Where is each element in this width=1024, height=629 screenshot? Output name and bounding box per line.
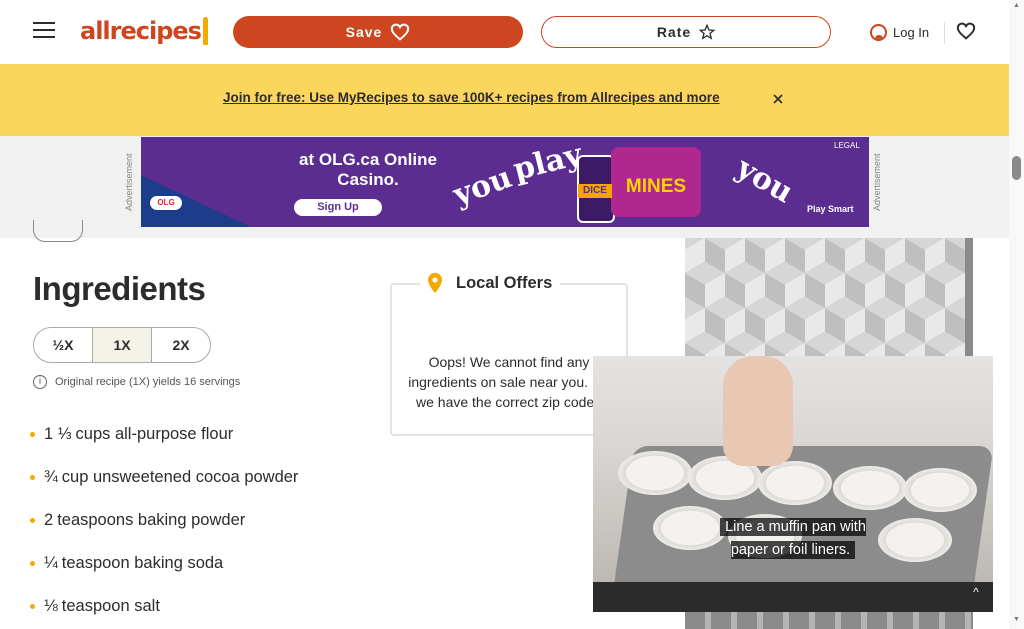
ingredient-item[interactable]: ¾ cup unsweetened cocoa powder — [30, 456, 380, 499]
user-icon — [870, 23, 887, 41]
ingredient-name: teaspoons baking powder — [57, 511, 246, 529]
join-banner-link[interactable]: Join for free: Use MyRecipes to save 100… — [223, 90, 756, 105]
ad-choices-icon[interactable]: LEGAL — [834, 141, 860, 150]
header-divider — [944, 22, 945, 44]
scale-1x[interactable]: 1X — [93, 328, 152, 362]
heart-outline-icon — [956, 22, 976, 40]
bullet-icon — [30, 475, 35, 480]
collapse-video-button[interactable]: ^ — [969, 585, 983, 599]
heart-icon — [391, 23, 410, 41]
rate-button[interactable]: Rate — [541, 16, 831, 48]
saved-recipes-button[interactable] — [955, 20, 977, 42]
star-icon — [699, 24, 716, 40]
ingredient-item[interactable]: 2 teaspoons baking powder — [30, 499, 380, 542]
logo-text: allrecipes — [80, 17, 202, 45]
ingredient-name: cup unsweetened cocoa powder — [61, 468, 299, 486]
muffin-liner — [903, 468, 977, 512]
video-caption: Line a muffin pan with paper or foil lin… — [711, 516, 875, 562]
page-scrollbar[interactable] — [1009, 0, 1024, 629]
ad-label: Advertisement — [124, 153, 134, 211]
ad-signup-button[interactable]: Sign Up — [294, 199, 382, 216]
ingredient-item[interactable]: 1 ⅓ cups all-purpose flour — [30, 413, 380, 456]
bullet-icon — [30, 604, 35, 609]
scale-2x[interactable]: 2X — [152, 328, 210, 362]
hamburger-icon — [33, 22, 55, 24]
save-button[interactable]: Save — [233, 16, 523, 48]
ingredient-item[interactable]: ¼ teaspoon baking soda — [30, 542, 380, 585]
video-controls — [593, 582, 993, 612]
location-pin-icon — [428, 273, 442, 293]
mines-game-tile: MINES — [611, 147, 701, 217]
ingredient-quantity: ¾ — [44, 468, 58, 486]
scroll-thumb[interactable] — [1012, 156, 1021, 180]
muffin-liner — [758, 461, 832, 505]
bullet-icon — [30, 518, 35, 523]
site-header: allrecipes Save Rate Log In — [0, 0, 1009, 64]
ingredients-heading: Ingredients — [33, 270, 206, 307]
ingredient-item[interactable]: ⅛ teaspoon salt — [30, 585, 380, 628]
ad-headline: at OLG.ca Online Casino. — [299, 150, 437, 189]
local-offers-title: Local Offers — [456, 273, 553, 292]
scroll-down-icon[interactable]: ▼ — [1012, 616, 1021, 625]
yield-info: i Original recipe (1X) yields 16 serving… — [33, 375, 240, 389]
login-link[interactable]: Log In — [870, 20, 929, 44]
ingredient-name: teaspoon baking soda — [61, 554, 224, 572]
ingredient-quantity: ⅛ — [44, 597, 58, 615]
dice-game-tile: DICE — [578, 184, 612, 198]
offers-info-icon[interactable] — [507, 313, 517, 323]
rate-label: Rate — [656, 24, 692, 40]
recipe-page: allrecipes Save Rate Log In Join for fre… — [0, 0, 1024, 629]
ad-tagline: Play Smart — [807, 204, 854, 214]
ingredient-name: teaspoon salt — [61, 597, 160, 615]
save-label: Save — [345, 24, 383, 40]
close-icon — [773, 94, 783, 104]
scroll-up-icon[interactable]: ▲ — [1012, 2, 1021, 11]
partial-button[interactable] — [33, 220, 83, 242]
ad-script-word: you — [730, 150, 800, 211]
yield-text: Original recipe (1X) yields 16 servings — [55, 376, 241, 388]
video-frame: Line a muffin pan with paper or foil lin… — [593, 356, 993, 582]
login-label: Log In — [893, 24, 930, 40]
info-icon[interactable]: i — [33, 375, 47, 389]
muffin-liner — [878, 518, 952, 562]
olg-casino-ad[interactable]: OLG at OLG.ca Online Casino. Sign Up you… — [141, 137, 869, 227]
ad-script-word: play — [509, 137, 586, 188]
ingredient-list: 1 ⅓ cups all-purpose flour ¾ cup unsweet… — [30, 413, 380, 628]
recipe-video-player[interactable]: Line a muffin pan with paper or foil lin… — [593, 356, 993, 612]
scale-half[interactable]: ½X — [34, 328, 93, 362]
ad-label: Advertisement — [872, 153, 882, 211]
muffin-liner — [618, 451, 692, 495]
bullet-icon — [30, 432, 35, 437]
muffin-liner — [833, 466, 907, 510]
ingredient-quantity: 1 ⅓ — [44, 425, 72, 443]
ingredient-quantity: 2 — [44, 511, 54, 529]
local-offers-header: Local Offers — [420, 264, 561, 302]
allrecipes-logo[interactable]: allrecipes — [80, 14, 208, 48]
bullet-icon — [30, 561, 35, 566]
hand-graphic — [723, 356, 793, 466]
menu-button[interactable] — [33, 20, 55, 40]
olg-logo: OLG — [150, 196, 182, 210]
ingredient-name: cups all-purpose flour — [75, 425, 234, 443]
banner-close-button[interactable] — [772, 92, 786, 108]
ingredient-quantity: ¼ — [44, 554, 58, 572]
local-offers-message: Oops! We cannot find any ingredients on … — [408, 354, 610, 410]
spoon-icon — [202, 17, 208, 45]
recipe-scale-selector: ½X 1X 2X — [33, 327, 211, 363]
